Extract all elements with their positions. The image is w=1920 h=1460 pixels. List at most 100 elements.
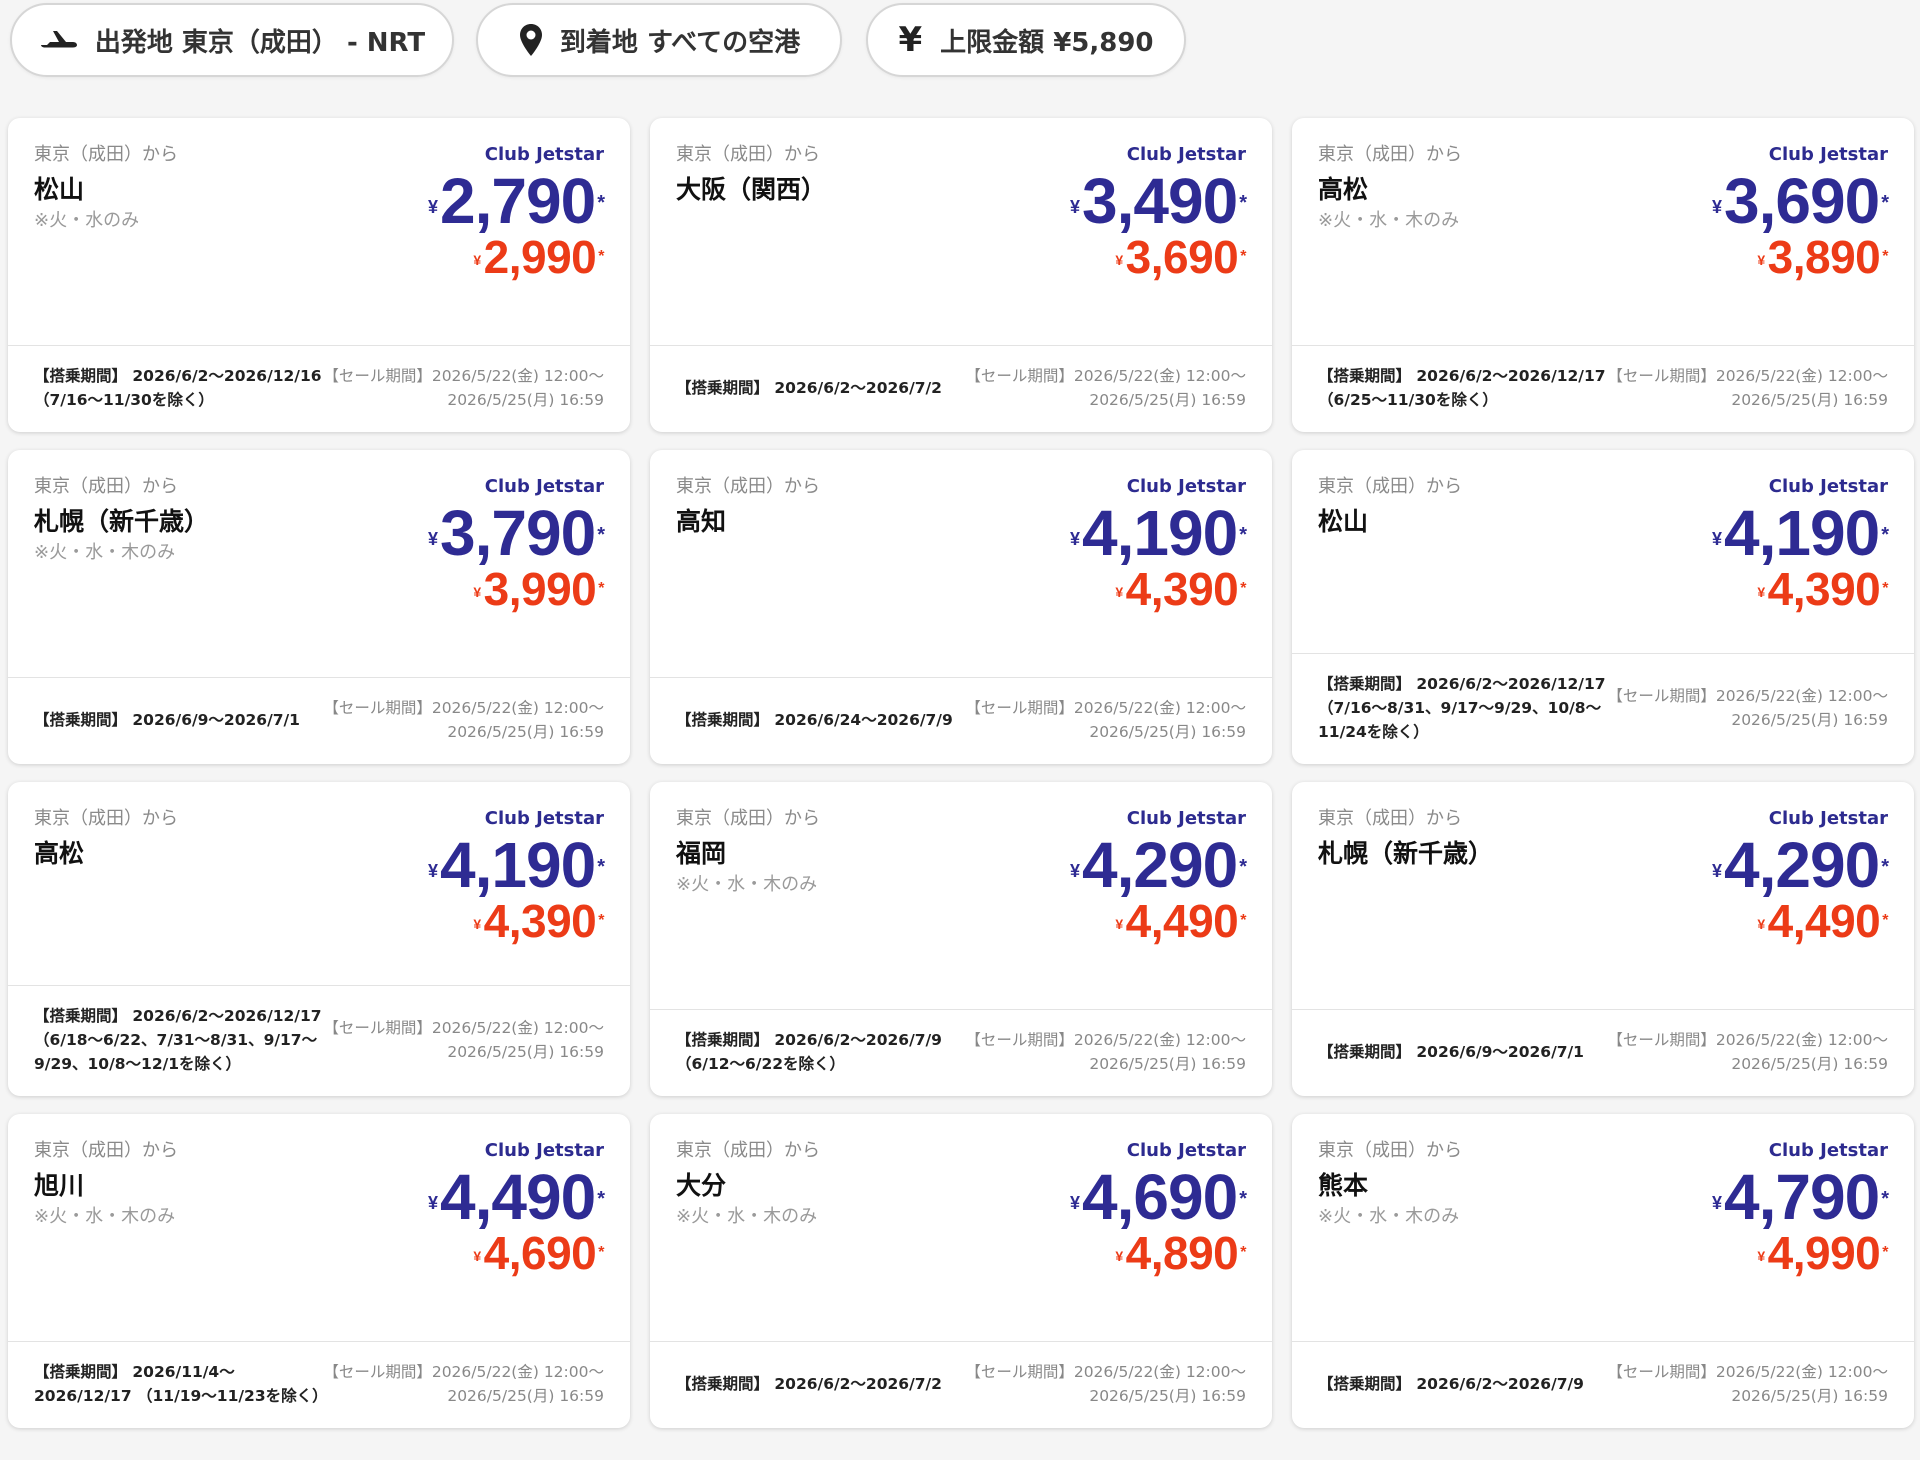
- currency-symbol: ¥: [1757, 252, 1765, 268]
- fare-card-footer: 【搭乗期間】 2026/6/9〜2026/7/1 【セール期間】2026/5/2…: [8, 678, 630, 764]
- asterisk-mark: *: [1882, 248, 1888, 265]
- travel-period: 【搭乗期間】 2026/6/2〜2026/12/17 （6/25〜11/30を除…: [1318, 367, 1606, 409]
- regular-price: ¥4,990 *: [1712, 1230, 1888, 1276]
- sale-period-start: 【セール期間】2026/5/22(金) 12:00〜: [965, 367, 1246, 385]
- fare-card-footer: 【搭乗期間】 2026/6/2〜2026/12/17 （7/16〜8/31、9/…: [1292, 654, 1914, 764]
- sale-period-start: 【セール期間】2026/5/22(金) 12:00〜: [965, 1031, 1246, 1049]
- currency-symbol: ¥: [1115, 584, 1123, 600]
- sale-period: 【セール期間】2026/5/22(金) 12:00〜 2026/5/25(月) …: [1607, 364, 1888, 412]
- sale-period-start: 【セール期間】2026/5/22(金) 12:00〜: [323, 367, 604, 385]
- fare-card-header: 東京（成田）から 大分 ※火・水・木のみ Club Jetstar ¥4,690…: [650, 1114, 1272, 1342]
- fare-card-footer: 【搭乗期間】 2026/6/2〜2026/12/16 （7/16〜11/30を除…: [8, 346, 630, 432]
- fare-card[interactable]: 東京（成田）から 札幌（新千歳） ※火・水・木のみ Club Jetstar ¥…: [8, 450, 630, 764]
- currency-symbol: ¥: [428, 1193, 438, 1213]
- destination-filter-label: 到着地 すべての空港: [559, 27, 801, 58]
- asterisk-mark: *: [1882, 1244, 1888, 1261]
- origin-filter-button[interactable]: 出発地 東京（成田） - NRT: [10, 3, 454, 77]
- fare-card[interactable]: 東京（成田）から 札幌（新千歳） Club Jetstar ¥4,290 * ¥4…: [1292, 782, 1914, 1096]
- asterisk-mark: *: [597, 1188, 605, 1210]
- fare-card-header: 東京（成田）から 高知 Club Jetstar ¥4,190 * ¥4,390 *: [650, 450, 1272, 678]
- club-price: ¥2,790 *: [428, 169, 605, 233]
- regular-price: ¥2,990 *: [428, 234, 604, 280]
- price-box: Club Jetstar ¥4,290 * ¥4,490 *: [1070, 808, 1247, 944]
- fare-card[interactable]: 東京（成田）から 高松 Club Jetstar ¥4,190 * ¥4,390 *…: [8, 782, 630, 1096]
- travel-period: 【搭乗期間】 2026/11/4〜2026/12/17 （11/19〜11/23…: [34, 1363, 328, 1405]
- currency-symbol: ¥: [1712, 1193, 1722, 1213]
- regular-price-value: 4,390: [483, 895, 597, 947]
- price-box: Club Jetstar ¥4,790 * ¥4,990 *: [1712, 1140, 1889, 1276]
- club-price: ¥3,690 *: [1712, 169, 1889, 233]
- fare-card[interactable]: 東京（成田）から 高知 Club Jetstar ¥4,190 * ¥4,390 *…: [650, 450, 1272, 764]
- club-price: ¥4,190 *: [428, 833, 605, 897]
- fare-card-footer: 【搭乗期間】 2026/6/2〜2026/7/9 【セール期間】2026/5/2…: [1292, 1342, 1914, 1428]
- sale-period-start: 【セール期間】2026/5/22(金) 12:00〜: [323, 1019, 604, 1037]
- fare-card-footer: 【搭乗期間】 2026/6/9〜2026/7/1 【セール期間】2026/5/2…: [1292, 1010, 1914, 1096]
- fare-card-footer: 【搭乗期間】 2026/6/2〜2026/7/2 【セール期間】2026/5/2…: [650, 1342, 1272, 1428]
- asterisk-mark: *: [1239, 856, 1247, 878]
- fare-card[interactable]: 東京（成田）から 熊本 ※火・水・木のみ Club Jetstar ¥4,790…: [1292, 1114, 1914, 1428]
- sale-period-end: 2026/5/25(月) 16:59: [1731, 391, 1888, 409]
- sale-period: 【セール期間】2026/5/22(金) 12:00〜 2026/5/25(月) …: [323, 364, 604, 412]
- destination-filter-button[interactable]: 到着地 すべての空港: [476, 3, 842, 77]
- sale-period-end: 2026/5/25(月) 16:59: [1089, 1387, 1246, 1405]
- budget-filter-label: 上限金額 ¥5,890: [940, 27, 1154, 58]
- price-box: Club Jetstar ¥3,690 * ¥3,890 *: [1712, 144, 1889, 280]
- currency-symbol: ¥: [428, 861, 438, 881]
- sale-period-start: 【セール期間】2026/5/22(金) 12:00〜: [965, 699, 1246, 717]
- fare-card[interactable]: 東京（成田）から 旭川 ※火・水・木のみ Club Jetstar ¥4,490…: [8, 1114, 630, 1428]
- fare-card[interactable]: 東京（成田）から 高松 ※火・水・木のみ Club Jetstar ¥3,690…: [1292, 118, 1914, 432]
- sale-period: 【セール期間】2026/5/22(金) 12:00〜 2026/5/25(月) …: [965, 1028, 1246, 1076]
- fare-card[interactable]: 東京（成田）から 松山 ※火・水のみ Club Jetstar ¥2,790 * …: [8, 118, 630, 432]
- club-price-value: 4,190: [440, 829, 596, 901]
- budget-filter-button[interactable]: ¥ 上限金額 ¥5,890: [866, 3, 1186, 77]
- price-box: Club Jetstar ¥4,190 * ¥4,390 *: [1712, 476, 1889, 612]
- fare-card[interactable]: 東京（成田）から 大分 ※火・水・木のみ Club Jetstar ¥4,690…: [650, 1114, 1272, 1428]
- club-price-value: 4,190: [1724, 497, 1880, 569]
- fare-card-footer: 【搭乗期間】 2026/6/2〜2026/12/17 （6/18〜6/22、7/…: [8, 986, 630, 1096]
- regular-price-value: 4,490: [1767, 895, 1881, 947]
- club-price-value: 4,290: [1082, 829, 1238, 901]
- currency-symbol: ¥: [1070, 529, 1080, 549]
- price-box: Club Jetstar ¥3,490 * ¥3,690 *: [1070, 144, 1247, 280]
- club-price-value: 4,190: [1082, 497, 1238, 569]
- sale-period: 【セール期間】2026/5/22(金) 12:00〜 2026/5/25(月) …: [965, 1360, 1246, 1408]
- club-price-value: 4,290: [1724, 829, 1880, 901]
- price-box: Club Jetstar ¥4,290 * ¥4,490 *: [1712, 808, 1889, 947]
- asterisk-mark: *: [1240, 580, 1246, 597]
- club-price-value: 3,490: [1082, 165, 1238, 237]
- currency-symbol: ¥: [1070, 861, 1080, 881]
- club-jetstar-label: Club Jetstar: [1768, 808, 1888, 829]
- club-jetstar-label: Club Jetstar: [484, 144, 604, 165]
- travel-period: 【搭乗期間】 2026/6/2〜2026/12/16 （7/16〜11/30を除…: [34, 367, 322, 409]
- travel-period: 【搭乗期間】 2026/6/2〜2026/7/2: [676, 379, 942, 397]
- currency-symbol: ¥: [473, 1248, 481, 1264]
- club-price: ¥4,290 *: [1712, 833, 1889, 897]
- currency-symbol: ¥: [428, 197, 438, 217]
- fare-card[interactable]: 東京（成田）から 大阪（関西） Club Jetstar ¥3,490 * ¥3,…: [650, 118, 1272, 432]
- club-price-value: 4,690: [1082, 1161, 1238, 1233]
- club-price: ¥4,190 *: [1712, 501, 1889, 565]
- map-pin-icon: [518, 23, 544, 57]
- sale-period-end: 2026/5/25(月) 16:59: [1731, 1055, 1888, 1073]
- regular-price: ¥3,990 *: [428, 566, 604, 612]
- club-price: ¥4,490 *: [428, 1165, 605, 1229]
- fare-card[interactable]: 東京（成田）から 松山 Club Jetstar ¥4,190 * ¥4,390 *…: [1292, 450, 1914, 764]
- club-jetstar-label: Club Jetstar: [484, 476, 604, 497]
- sale-period-end: 2026/5/25(月) 16:59: [447, 1387, 604, 1405]
- sale-period: 【セール期間】2026/5/22(金) 12:00〜 2026/5/25(月) …: [965, 696, 1246, 744]
- club-price: ¥4,190 *: [1070, 501, 1247, 565]
- currency-symbol: ¥: [1757, 916, 1765, 932]
- asterisk-mark: *: [1882, 912, 1888, 929]
- fare-card[interactable]: 東京（成田）から 福岡 ※火・水・木のみ Club Jetstar ¥4,290…: [650, 782, 1272, 1096]
- club-jetstar-label: Club Jetstar: [1126, 476, 1246, 497]
- sale-period: 【セール期間】2026/5/22(金) 12:00〜 2026/5/25(月) …: [965, 364, 1246, 412]
- sale-period-end: 2026/5/25(月) 16:59: [1731, 711, 1888, 729]
- currency-symbol: ¥: [473, 584, 481, 600]
- travel-period: 【搭乗期間】 2026/6/9〜2026/7/1: [1318, 1043, 1584, 1061]
- fare-card-header: 東京（成田）から 福岡 ※火・水・木のみ Club Jetstar ¥4,290…: [650, 782, 1272, 1010]
- sale-period: 【セール期間】2026/5/22(金) 12:00〜 2026/5/25(月) …: [323, 1360, 604, 1408]
- sale-period-start: 【セール期間】2026/5/22(金) 12:00〜: [965, 1363, 1246, 1381]
- travel-period: 【搭乗期間】 2026/6/2〜2026/12/17 （6/18〜6/22、7/…: [34, 1007, 322, 1073]
- fare-card-header: 東京（成田）から 熊本 ※火・水・木のみ Club Jetstar ¥4,790…: [1292, 1114, 1914, 1342]
- price-box: Club Jetstar ¥4,190 * ¥4,390 *: [428, 808, 605, 947]
